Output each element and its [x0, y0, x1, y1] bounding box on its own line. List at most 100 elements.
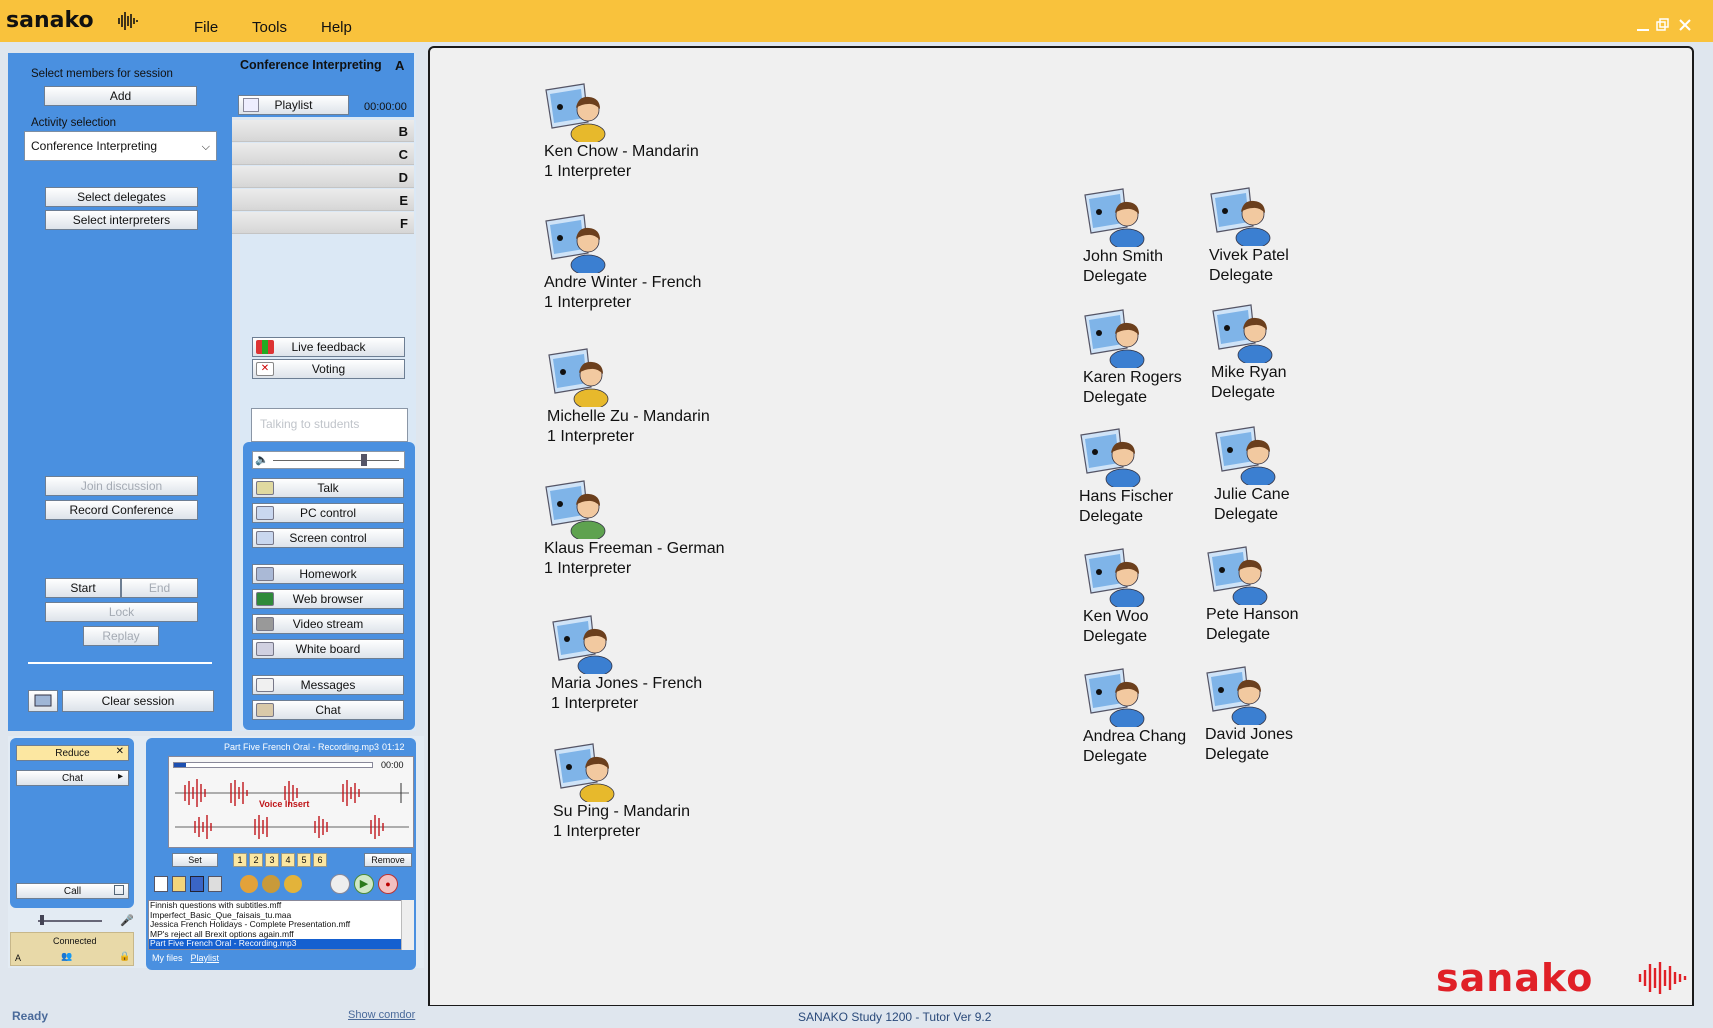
delegate-seat[interactable]: Hans Fischer Delegate [1079, 427, 1173, 527]
divider [28, 662, 212, 664]
marker-6-button[interactable]: 6 [313, 853, 327, 867]
close-icon[interactable] [1678, 18, 1692, 32]
homework-button[interactable]: Homework [252, 564, 404, 584]
voting-button[interactable]: ✕ Voting [252, 359, 405, 379]
record-conference-button[interactable]: Record Conference [45, 500, 198, 520]
delegate-seat[interactable]: Pete Hanson Delegate [1206, 545, 1299, 645]
web-browser-icon [256, 592, 274, 606]
delegate-seat[interactable]: Karen Rogers Delegate [1083, 308, 1182, 408]
student-name: Vivek Patel [1209, 247, 1289, 264]
playlist-button[interactable]: Playlist [238, 95, 349, 115]
save-icon[interactable] [190, 876, 204, 892]
delegate-seat[interactable]: John Smith Delegate [1083, 187, 1163, 287]
interpreter-seat[interactable]: Maria Jones - French 1 Interpreter [551, 614, 702, 714]
tab-my-files[interactable]: My files [152, 953, 183, 963]
chat-icon [256, 703, 274, 717]
interpreter-seat[interactable]: Ken Chow - Mandarin 1 Interpreter [544, 82, 699, 182]
track-duration: 01:12 [382, 742, 405, 752]
menu-file[interactable]: File [194, 19, 218, 36]
volume-slider[interactable]: 🔈 [252, 451, 405, 469]
delegate-seat[interactable]: Ken Woo Delegate [1083, 547, 1155, 647]
new-file-icon[interactable] [154, 876, 168, 892]
video-stream-icon [256, 617, 274, 631]
export-icon[interactable] [284, 875, 302, 893]
start-button[interactable]: Start [45, 578, 121, 598]
marker-3-button[interactable]: 3 [265, 853, 279, 867]
group-row-b[interactable]: B [232, 120, 414, 142]
reduce-button[interactable]: Reduce ✕ [16, 745, 129, 761]
remove-button[interactable]: Remove [364, 853, 412, 867]
marker-4-button[interactable]: 4 [281, 853, 295, 867]
live-feedback-button[interactable]: Live feedback [252, 337, 405, 357]
status-ready: Ready [12, 1009, 49, 1023]
stop-icon[interactable] [330, 874, 350, 894]
repeat-icon[interactable] [262, 875, 280, 893]
delegate-seat[interactable]: Vivek Patel Delegate [1209, 186, 1289, 286]
group-row-d[interactable]: D [232, 166, 414, 188]
lock-button[interactable]: Lock [45, 602, 198, 622]
volume-thumb[interactable] [361, 454, 367, 466]
file-list-scrollbar[interactable] [401, 900, 414, 950]
student-name: David Jones [1205, 726, 1294, 743]
delegate-seat[interactable]: Mike Ryan Delegate [1211, 303, 1287, 403]
video-stream-button[interactable]: Video stream [252, 614, 404, 634]
interpreter-seat[interactable]: Andre Winter - French 1 Interpreter [544, 213, 701, 313]
group-row-c[interactable]: C [232, 143, 414, 165]
live-feedback-icon [256, 340, 274, 354]
play-icon[interactable]: ▶ [354, 874, 374, 894]
select-delegates-button[interactable]: Select delegates [45, 187, 198, 207]
record-icon[interactable]: ● [378, 874, 398, 894]
mic-level-thumb[interactable] [40, 915, 44, 925]
marker-2-button[interactable]: 2 [249, 853, 263, 867]
screen-control-icon [256, 531, 274, 545]
progress-bar[interactable] [173, 762, 373, 768]
menu-tools[interactable]: Tools [252, 19, 287, 36]
show-comdor-link[interactable]: Show comdor [348, 1009, 415, 1021]
rewind-icon[interactable] [240, 875, 258, 893]
delegate-seat[interactable]: David Jones Delegate [1205, 665, 1293, 765]
open-folder-icon[interactable] [172, 876, 186, 892]
marker-5-button[interactable]: 5 [297, 853, 311, 867]
activity-select[interactable]: Conference Interpreting ⌵ [24, 131, 217, 161]
end-button[interactable]: End [121, 578, 198, 598]
talking-to-students-field[interactable]: Talking to students [251, 408, 408, 442]
screen-control-button[interactable]: Screen control [252, 528, 404, 548]
group-row-e[interactable]: E [232, 189, 414, 211]
delegate-seat[interactable]: Andrea Chang Delegate [1083, 667, 1186, 767]
tab-playlist[interactable]: Playlist [191, 953, 220, 963]
delegate-seat[interactable]: Julie Cane Delegate [1214, 425, 1290, 525]
pc-control-button[interactable]: PC control [252, 503, 404, 523]
restore-icon[interactable] [1656, 18, 1670, 32]
select-interpreters-button[interactable]: Select interpreters [45, 210, 198, 230]
chat-button[interactable]: Chat ▸ [16, 770, 129, 786]
interpreter-seat[interactable]: Michelle Zu - Mandarin 1 Interpreter [547, 347, 710, 447]
white-board-button[interactable]: White board [252, 639, 404, 659]
minimize-icon[interactable] [1636, 18, 1650, 32]
waveform [175, 779, 409, 839]
student-computer-icon [544, 479, 616, 542]
menu-help[interactable]: Help [321, 19, 352, 36]
chat-button[interactable]: Chat [252, 700, 404, 720]
file-list[interactable]: Finnish questions with subtitles.mff Impe… [148, 900, 414, 950]
add-button[interactable]: Add [44, 86, 197, 106]
join-discussion-button[interactable]: Join discussion [45, 476, 198, 496]
connection-status: Connected A 👥 🔒 [10, 932, 134, 966]
record-settings-icon[interactable] [208, 876, 222, 892]
set-button[interactable]: Set [172, 853, 218, 867]
group-row-f[interactable]: F [232, 212, 414, 234]
web-browser-button[interactable]: Web browser [252, 589, 404, 609]
waveform-view[interactable]: 00:00 Voice Insert [168, 756, 414, 848]
marker-1-button[interactable]: 1 [233, 853, 247, 867]
messages-button[interactable]: Messages [252, 675, 404, 695]
file-list-item[interactable]: Part Five French Oral - Recording.mp3 [149, 938, 413, 949]
replay-button[interactable]: Replay [83, 626, 159, 646]
interpreter-seat[interactable]: Klaus Freeman - German 1 Interpreter [544, 479, 725, 579]
interpreter-seat[interactable]: Su Ping - Mandarin 1 Interpreter [553, 742, 690, 842]
call-button[interactable]: Call [16, 883, 129, 899]
student-role: Delegate [1079, 508, 1144, 525]
student-name: Mike Ryan [1211, 364, 1287, 381]
microphone-icon: 🎤 [120, 915, 134, 927]
clear-session-button[interactable]: Clear session [62, 690, 214, 712]
talk-button[interactable]: Talk [252, 478, 404, 498]
session-settings-button[interactable] [28, 690, 58, 712]
